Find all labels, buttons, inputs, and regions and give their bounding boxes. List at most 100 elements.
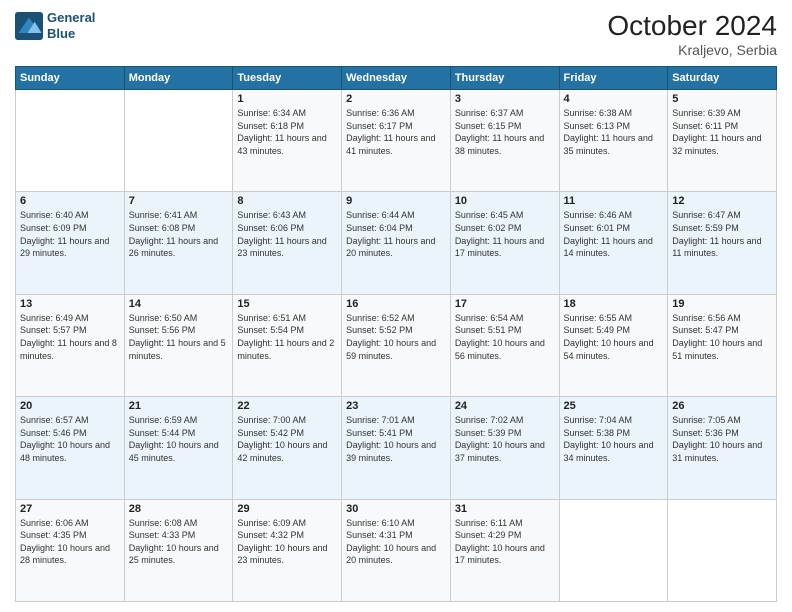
day-number: 25 [564,400,664,412]
day-info: Sunrise: 6:37 AMSunset: 6:15 PMDaylight:… [455,107,555,157]
main-title: October 2024 [607,10,777,42]
day-cell: 4Sunrise: 6:38 AMSunset: 6:13 PMDaylight… [559,90,668,192]
day-info: Sunrise: 6:59 AMSunset: 5:44 PMDaylight:… [129,414,229,464]
calendar-page: General Blue October 2024 Kraljevo, Serb… [0,0,792,612]
week-row-2: 6 Sunrise: 6:40 AMSunset: 6:09 PMDaylight… [16,192,777,294]
weekday-row: SundayMondayTuesdayWednesdayThursdayFrid… [16,67,777,90]
day-cell [559,499,668,601]
day-cell: 2Sunrise: 6:36 AMSunset: 6:17 PMDaylight… [342,90,451,192]
day-number: 3 [455,93,555,105]
day-info: Sunrise: 6:49 AMSunset: 5:57 PMDaylight:… [20,312,120,362]
weekday-header-saturday: Saturday [668,67,777,90]
day-info: Sunrise: 6:57 AMSunset: 5:46 PMDaylight:… [20,414,120,464]
day-info: Sunrise: 6:09 AMSunset: 4:32 PMDaylight:… [237,517,337,567]
day-info: Sunrise: 6:56 AMSunset: 5:47 PMDaylight:… [672,312,772,362]
day-number: 8 [237,195,337,207]
day-info: Sunrise: 6:08 AMSunset: 4:33 PMDaylight:… [129,517,229,567]
day-info: Sunrise: 7:00 AMSunset: 5:42 PMDaylight:… [237,414,337,464]
day-cell: 31 Sunrise: 6:11 AMSunset: 4:29 PMDayligh… [450,499,559,601]
day-number: 31 [455,503,555,515]
day-info: Sunrise: 6:50 AMSunset: 5:56 PMDaylight:… [129,312,229,362]
day-info: Sunrise: 6:39 AMSunset: 6:11 PMDaylight:… [672,107,772,157]
day-cell: 9Sunrise: 6:44 AMSunset: 6:04 PMDaylight… [342,192,451,294]
day-cell: 16 Sunrise: 6:52 AMSunset: 5:52 PMDayligh… [342,294,451,396]
day-number: 11 [564,195,664,207]
day-info: Sunrise: 6:45 AMSunset: 6:02 PMDaylight:… [455,209,555,259]
calendar-table: SundayMondayTuesdayWednesdayThursdayFrid… [15,66,777,602]
day-number: 15 [237,298,337,310]
day-info: Sunrise: 7:05 AMSunset: 5:36 PMDaylight:… [672,414,772,464]
day-number: 19 [672,298,772,310]
day-info: Sunrise: 6:51 AMSunset: 5:54 PMDaylight:… [237,312,337,362]
day-cell: 28 Sunrise: 6:08 AMSunset: 4:33 PMDayligh… [124,499,233,601]
day-number: 23 [346,400,446,412]
day-cell: 27 Sunrise: 6:06 AMSunset: 4:35 PMDayligh… [16,499,125,601]
day-info: Sunrise: 6:34 AMSunset: 6:18 PMDaylight:… [237,107,337,157]
weekday-header-tuesday: Tuesday [233,67,342,90]
day-cell: 26Sunrise: 7:05 AMSunset: 5:36 PMDayligh… [668,397,777,499]
day-cell: 22 Sunrise: 7:00 AMSunset: 5:42 PMDayligh… [233,397,342,499]
day-cell: 30Sunrise: 6:10 AMSunset: 4:31 PMDayligh… [342,499,451,601]
day-cell: 1 Sunrise: 6:34 AMSunset: 6:18 PMDaylight… [233,90,342,192]
day-cell: 29Sunrise: 6:09 AMSunset: 4:32 PMDayligh… [233,499,342,601]
week-row-1: 1 Sunrise: 6:34 AMSunset: 6:18 PMDaylight… [16,90,777,192]
day-number: 16 [346,298,446,310]
day-info: Sunrise: 6:11 AMSunset: 4:29 PMDaylight:… [455,517,555,567]
calendar-body: 1 Sunrise: 6:34 AMSunset: 6:18 PMDaylight… [16,90,777,602]
day-info: Sunrise: 6:40 AMSunset: 6:09 PMDaylight:… [20,209,120,259]
day-info: Sunrise: 6:46 AMSunset: 6:01 PMDaylight:… [564,209,664,259]
calendar-header: SundayMondayTuesdayWednesdayThursdayFrid… [16,67,777,90]
day-cell: 25 Sunrise: 7:04 AMSunset: 5:38 PMDayligh… [559,397,668,499]
day-info: Sunrise: 6:41 AMSunset: 6:08 PMDaylight:… [129,209,229,259]
day-number: 5 [672,93,772,105]
day-cell: 11 Sunrise: 6:46 AMSunset: 6:01 PMDayligh… [559,192,668,294]
day-cell: 8Sunrise: 6:43 AMSunset: 6:06 PMDaylight… [233,192,342,294]
day-cell [668,499,777,601]
day-number: 18 [564,298,664,310]
day-number: 17 [455,298,555,310]
day-cell: 10 Sunrise: 6:45 AMSunset: 6:02 PMDayligh… [450,192,559,294]
day-number: 20 [20,400,120,412]
day-info: Sunrise: 7:04 AMSunset: 5:38 PMDaylight:… [564,414,664,464]
weekday-header-monday: Monday [124,67,233,90]
day-cell: 6 Sunrise: 6:40 AMSunset: 6:09 PMDaylight… [16,192,125,294]
week-row-3: 13Sunrise: 6:49 AMSunset: 5:57 PMDayligh… [16,294,777,396]
page-header: General Blue October 2024 Kraljevo, Serb… [15,10,777,58]
day-number: 21 [129,400,229,412]
day-cell: 14 Sunrise: 6:50 AMSunset: 5:56 PMDayligh… [124,294,233,396]
day-cell: 17Sunrise: 6:54 AMSunset: 5:51 PMDayligh… [450,294,559,396]
day-info: Sunrise: 6:47 AMSunset: 5:59 PMDaylight:… [672,209,772,259]
week-row-4: 20 Sunrise: 6:57 AMSunset: 5:46 PMDayligh… [16,397,777,499]
weekday-header-sunday: Sunday [16,67,125,90]
logo: General Blue [15,10,95,41]
day-number: 28 [129,503,229,515]
day-number: 7 [129,195,229,207]
day-info: Sunrise: 6:06 AMSunset: 4:35 PMDaylight:… [20,517,120,567]
day-number: 24 [455,400,555,412]
logo-text: General Blue [47,10,95,41]
day-cell: 23Sunrise: 7:01 AMSunset: 5:41 PMDayligh… [342,397,451,499]
day-cell: 3 Sunrise: 6:37 AMSunset: 6:15 PMDaylight… [450,90,559,192]
day-number: 22 [237,400,337,412]
logo-icon [15,12,43,40]
day-number: 10 [455,195,555,207]
day-cell: 24 Sunrise: 7:02 AMSunset: 5:39 PMDayligh… [450,397,559,499]
day-info: Sunrise: 6:52 AMSunset: 5:52 PMDaylight:… [346,312,446,362]
day-cell: 19 Sunrise: 6:56 AMSunset: 5:47 PMDayligh… [668,294,777,396]
title-block: October 2024 Kraljevo, Serbia [607,10,777,58]
weekday-header-thursday: Thursday [450,67,559,90]
day-number: 27 [20,503,120,515]
day-info: Sunrise: 7:02 AMSunset: 5:39 PMDaylight:… [455,414,555,464]
day-number: 6 [20,195,120,207]
day-cell: 21 Sunrise: 6:59 AMSunset: 5:44 PMDayligh… [124,397,233,499]
day-info: Sunrise: 6:55 AMSunset: 5:49 PMDaylight:… [564,312,664,362]
weekday-header-friday: Friday [559,67,668,90]
day-info: Sunrise: 6:38 AMSunset: 6:13 PMDaylight:… [564,107,664,157]
day-number: 2 [346,93,446,105]
day-number: 9 [346,195,446,207]
day-cell: 13Sunrise: 6:49 AMSunset: 5:57 PMDayligh… [16,294,125,396]
day-number: 30 [346,503,446,515]
day-number: 1 [237,93,337,105]
subtitle: Kraljevo, Serbia [607,42,777,58]
day-number: 14 [129,298,229,310]
